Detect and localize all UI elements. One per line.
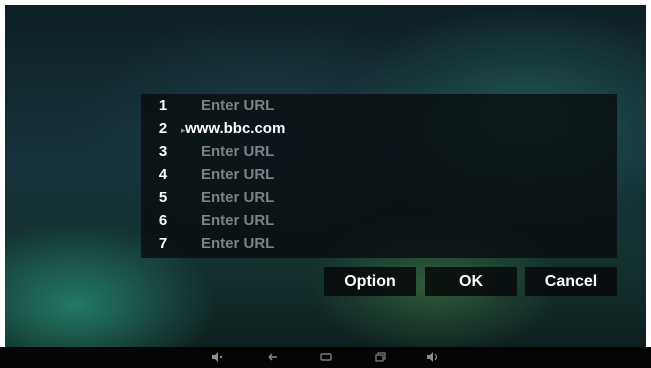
option-button[interactable]: Option (324, 267, 416, 296)
url-row-5[interactable]: 5 Enter URL (141, 186, 617, 209)
url-row-3[interactable]: 3 Enter URL (141, 140, 617, 163)
url-row-4[interactable]: 4 Enter URL (141, 163, 617, 186)
text-cursor-icon: ▸ (181, 125, 186, 135)
home-icon[interactable] (319, 351, 333, 363)
url-row-2[interactable]: 2 www.bbc.com (141, 117, 617, 140)
row-index: 5 (158, 189, 168, 206)
ok-button[interactable]: OK (425, 267, 517, 296)
row-index: 4 (158, 166, 168, 183)
url-field[interactable]: Enter URL (201, 189, 274, 206)
volume-up-icon[interactable] (426, 351, 440, 363)
row-index: 1 (158, 97, 168, 114)
cancel-button[interactable]: Cancel (525, 267, 617, 296)
url-list-panel: 1 Enter URL 2 www.bbc.com 3 Enter URL 4 … (141, 94, 617, 258)
app-screen: 1 Enter URL 2 www.bbc.com 3 Enter URL 4 … (5, 5, 646, 352)
url-row-6[interactable]: 6 Enter URL (141, 209, 617, 232)
url-field[interactable]: Enter URL (201, 166, 274, 183)
row-index: 2 (158, 120, 168, 137)
url-row-1[interactable]: 1 Enter URL (141, 94, 617, 117)
row-index: 3 (158, 143, 168, 160)
url-row-7[interactable]: 7 Enter URL (141, 232, 617, 255)
url-field[interactable]: Enter URL (201, 97, 274, 114)
row-index: 7 (158, 235, 168, 252)
url-field[interactable]: Enter URL (201, 212, 274, 229)
url-field[interactable]: www.bbc.com (185, 120, 285, 137)
row-index: 6 (158, 212, 168, 229)
volume-down-icon[interactable] (210, 351, 224, 363)
recent-apps-icon[interactable] (374, 351, 388, 363)
back-icon[interactable] (266, 351, 280, 363)
system-navigation-bar (0, 347, 651, 368)
url-field[interactable]: Enter URL (201, 143, 274, 160)
url-field[interactable]: Enter URL (201, 235, 274, 252)
